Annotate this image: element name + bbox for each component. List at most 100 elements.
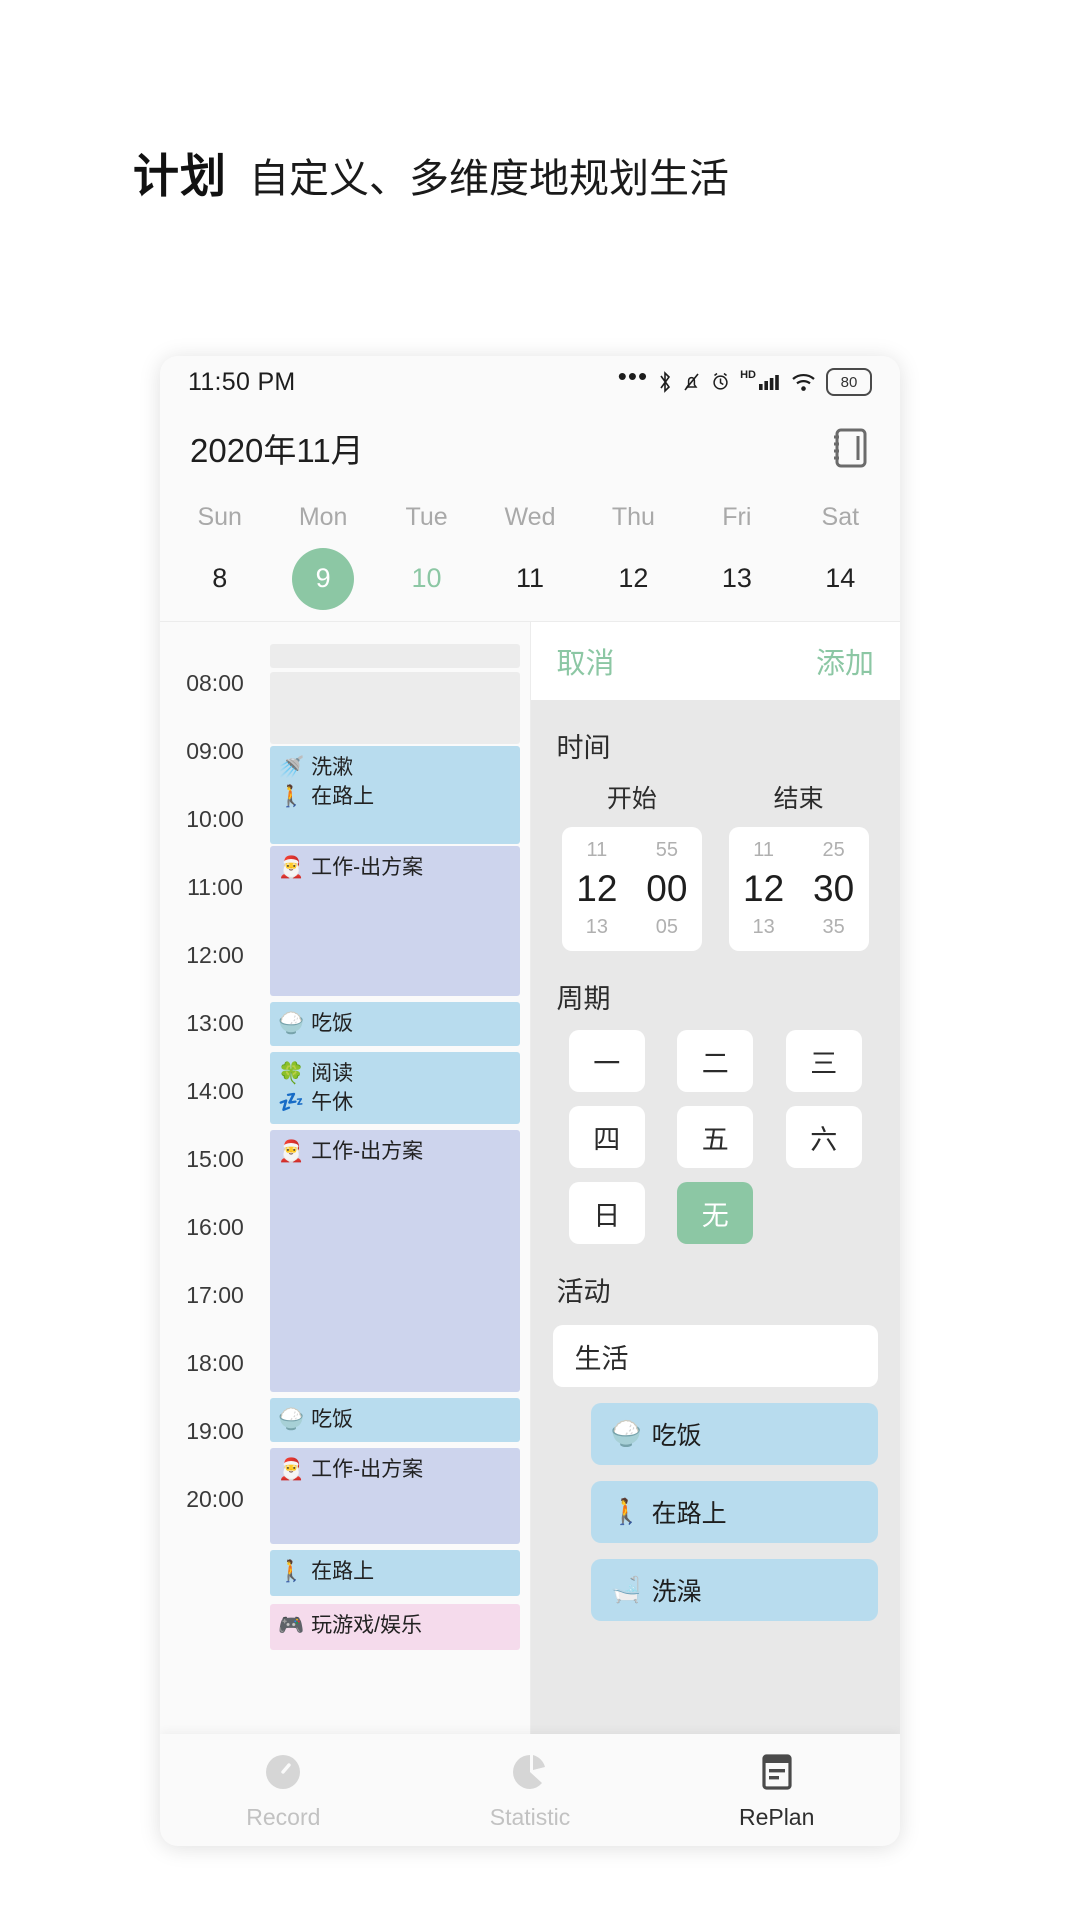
period-day-sat[interactable]: 六 <box>785 1106 862 1168</box>
end-next-hour[interactable]: 13 <box>740 916 788 939</box>
start-caption: 开始 <box>606 785 657 813</box>
day-number[interactable]: 13 <box>706 548 768 610</box>
day-cell[interactable]: 13 <box>685 548 788 610</box>
event-label: 在路上 <box>311 785 375 808</box>
day-cell[interactable]: 12 <box>582 548 685 610</box>
page-title: 计划 <box>133 150 227 202</box>
start-hour[interactable]: 12 <box>573 868 621 910</box>
rice-icon: 🍚 <box>278 1012 305 1035</box>
period-day-sun[interactable]: 日 <box>568 1182 645 1244</box>
timeline-blank-block[interactable] <box>270 672 520 744</box>
event-line: 🎅 工作-出方案 <box>278 1137 520 1166</box>
timeline-event[interactable]: 🚶 在路上 <box>270 1550 520 1596</box>
nav-item-replan[interactable]: RePlan <box>653 1750 900 1831</box>
timeline-event[interactable]: 🍀 阅读 💤 午休 <box>270 1052 520 1124</box>
add-button[interactable]: 添加 <box>816 640 874 682</box>
sleep-icon: 💤 <box>278 1091 305 1114</box>
period-day-thu[interactable]: 四 <box>568 1106 645 1168</box>
day-cell[interactable]: 8 <box>168 548 271 610</box>
page-subtitle: 自定义、多维度地规划生活 <box>249 157 729 201</box>
timeline-event[interactable]: 🎮 玩游戏/娱乐 <box>270 1604 520 1650</box>
activity-item[interactable]: 🛁 洗澡 <box>590 1559 878 1621</box>
period-day-tue[interactable]: 二 <box>677 1030 754 1092</box>
rice-icon: 🍚 <box>610 1419 642 1448</box>
end-current-row: 12 30 <box>729 868 869 910</box>
end-next-row: 13 35 <box>729 916 869 939</box>
start-prev-minute[interactable]: 55 <box>643 839 691 862</box>
bottom-navigation: Record Statistic RePlan <box>160 1734 900 1846</box>
timeline-event[interactable]: 🍚 吃饭 <box>270 1398 520 1442</box>
nav-item-statistic[interactable]: Statistic <box>407 1750 654 1831</box>
end-prev-minute[interactable]: 25 <box>810 839 858 862</box>
alarm-icon <box>713 372 728 390</box>
hour-label: 16:00 <box>186 1214 244 1240</box>
day-number[interactable]: 12 <box>602 548 664 610</box>
day-cell[interactable]: 10 <box>375 548 478 610</box>
status-bar-time: 11:50 PM <box>188 367 296 396</box>
activity-item[interactable]: 🍚 吃饭 <box>590 1403 878 1465</box>
signal-icon <box>759 375 779 390</box>
start-next-hour[interactable]: 13 <box>573 916 621 939</box>
pie-chart-icon <box>513 1754 545 1789</box>
nav-label-replan: RePlan <box>738 1803 815 1830</box>
day-number[interactable]: 11 <box>499 548 561 610</box>
timeline-event[interactable]: 🎅 工作-出方案 <box>270 1130 520 1392</box>
day-number[interactable]: 10 <box>396 548 458 610</box>
day-number[interactable]: 8 <box>189 548 251 610</box>
end-minute[interactable]: 30 <box>810 868 858 910</box>
nav-item-record[interactable]: Record <box>160 1750 407 1831</box>
start-minute[interactable]: 00 <box>643 868 691 910</box>
end-prev-hour[interactable]: 11 <box>740 839 788 862</box>
rice-icon: 🍚 <box>278 1408 305 1431</box>
cancel-button[interactable]: 取消 <box>557 640 615 682</box>
day-number-selected[interactable]: 9 <box>292 547 355 610</box>
day-timeline[interactable]: 08:00 09:00 10:00 11:00 12:00 13:00 14:0… <box>160 622 531 1794</box>
end-next-minute[interactable]: 35 <box>810 916 858 939</box>
start-prev-row: 11 55 <box>562 839 702 862</box>
period-section-label: 周期 <box>556 984 611 1014</box>
start-next-minute[interactable]: 05 <box>643 916 691 939</box>
bathtub-icon: 🛁 <box>610 1575 642 1604</box>
event-label: 工作-出方案 <box>311 1140 424 1163</box>
time-section-label: 时间 <box>556 733 611 763</box>
day-cell-selected[interactable]: 9 <box>271 547 374 610</box>
timeline-event[interactable]: 🍚 吃饭 <box>270 1002 520 1046</box>
timeline-event[interactable]: 🎅 工作-出方案 <box>270 1448 520 1544</box>
event-line: 🎅 工作-出方案 <box>278 1455 520 1484</box>
activity-section-label: 活动 <box>556 1277 611 1307</box>
hour-label: 18:00 <box>186 1350 244 1376</box>
screenshot-root: 计划 自定义、多维度地规划生活 11:50 PM ••• HD 80 2020年… <box>0 0 1080 1920</box>
hour-label: 10:00 <box>186 806 244 832</box>
activity-item[interactable]: 🚶 在路上 <box>590 1481 878 1543</box>
hour-label: 13:00 <box>186 1010 244 1036</box>
day-number[interactable]: 14 <box>809 548 871 610</box>
start-prev-hour[interactable]: 11 <box>573 839 621 862</box>
santa-icon: 🎅 <box>278 1458 305 1481</box>
event-line: 🚶 在路上 <box>278 1557 520 1586</box>
event-line: 🍀 阅读 <box>278 1059 520 1088</box>
period-day-mon[interactable]: 一 <box>568 1030 645 1092</box>
period-day-none[interactable]: 无 <box>677 1182 754 1244</box>
battery-icon: 80 <box>826 368 872 396</box>
start-time-picker[interactable]: 11 55 12 00 13 05 <box>561 827 702 951</box>
notebook-icon[interactable] <box>830 426 870 470</box>
wifi-icon <box>792 374 815 391</box>
end-hour[interactable]: 12 <box>740 868 788 910</box>
panel-header: 取消 添加 <box>530 622 900 700</box>
timeline-blank-block[interactable] <box>270 644 520 668</box>
timeline-event[interactable]: 🎅 工作-出方案 <box>270 846 520 996</box>
day-cell[interactable]: 14 <box>789 548 892 610</box>
period-day-wed[interactable]: 三 <box>785 1030 862 1092</box>
santa-icon: 🎅 <box>278 856 305 879</box>
end-time-picker[interactable]: 11 25 12 30 13 35 <box>728 827 869 951</box>
day-cell[interactable]: 11 <box>478 548 581 610</box>
activity-category-input[interactable]: 生活 <box>552 1325 878 1387</box>
hour-label: 15:00 <box>186 1146 244 1172</box>
timeline-event[interactable]: 🚿 洗漱 🚶 在路上 <box>270 746 520 844</box>
shower-icon: 🚿 <box>278 756 305 779</box>
clover-icon: 🍀 <box>278 1062 305 1085</box>
weekday-tue: Tue <box>405 502 448 531</box>
period-day-fri[interactable]: 五 <box>677 1106 754 1168</box>
event-line: 🍚 吃饭 <box>278 1009 520 1038</box>
event-label: 阅读 <box>311 1062 354 1085</box>
